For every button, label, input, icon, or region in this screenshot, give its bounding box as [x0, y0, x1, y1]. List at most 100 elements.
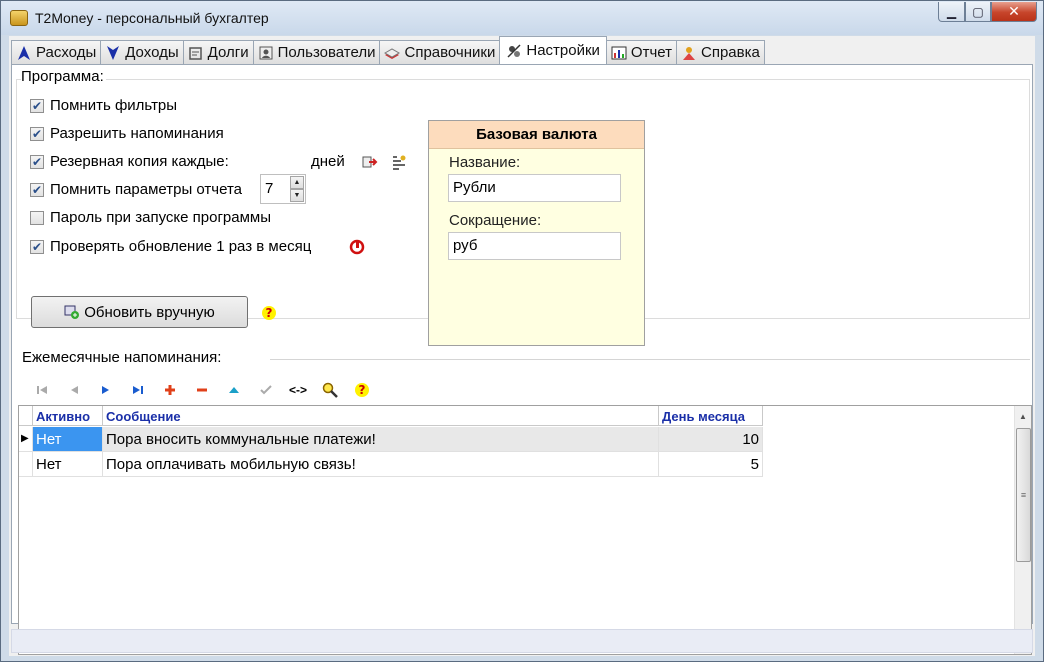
base-currency-panel: Базовая валюта Название: Рубли Сокращени…	[428, 120, 645, 346]
first-icon	[37, 386, 47, 394]
stepper-down-button[interactable]: ▼	[290, 189, 304, 202]
scroll-thumb[interactable]: ≡	[1016, 428, 1031, 562]
title-bar: T2Money - персональный бухгалтер ▁ ▢ ✕	[1, 1, 1043, 35]
currency-abbr-field[interactable]: руб	[448, 232, 621, 260]
tab-help[interactable]: Справка	[676, 40, 765, 64]
svg-text:?: ?	[266, 306, 273, 320]
help-icon	[683, 46, 695, 60]
current-row-indicator: ▶	[19, 427, 33, 452]
tab-income[interactable]: Доходы	[100, 40, 184, 64]
cell-message[interactable]: Пора вносить коммунальные платежи!	[103, 427, 659, 452]
remember-filters-option[interactable]: ✔ Помнить фильтры	[30, 97, 177, 114]
tab-expenses[interactable]: Расходы	[11, 40, 102, 64]
delete-record-button[interactable]	[186, 380, 218, 400]
debts-icon	[188, 46, 202, 60]
check-updates-label: Проверять обновление 1 раз в месяц	[50, 238, 312, 255]
backup-checkbox[interactable]: ✔	[30, 154, 44, 169]
add-icon	[165, 385, 175, 395]
cell-active[interactable]: Нет	[33, 427, 103, 452]
reminders-divider	[270, 359, 1030, 361]
cell-message[interactable]: Пора оплачивать мобильную связь!	[103, 452, 659, 477]
table-row[interactable]: Нет Пора оплачивать мобильную связь! 5	[19, 452, 763, 477]
tab-bar: Расходы Доходы Долги Пользователи Справо…	[11, 36, 765, 64]
tab-label: Доходы	[125, 44, 179, 61]
startup-password-checkbox[interactable]	[30, 210, 44, 225]
tab-label: Настройки	[526, 42, 600, 59]
tab-references[interactable]: Справочники	[379, 40, 501, 64]
table-row[interactable]: ▶ Нет Пора вносить коммунальные платежи!…	[19, 427, 763, 452]
update-manually-button[interactable]: Обновить вручную	[31, 296, 248, 328]
backup-days-value: 7	[265, 180, 274, 197]
users-icon	[259, 46, 273, 59]
backup-option[interactable]: ✔ Резервная копия каждые:	[30, 153, 229, 170]
vertical-scrollbar[interactable]: ▲ ≡ ▼	[1014, 406, 1031, 654]
first-record-button[interactable]	[26, 380, 58, 400]
tab-report[interactable]: Отчет	[605, 40, 677, 64]
currency-name-label: Название:	[449, 154, 521, 171]
search-icon	[322, 382, 338, 398]
swap-button[interactable]: <->	[282, 380, 314, 400]
svg-text:?: ?	[359, 383, 366, 397]
settings-icon	[507, 43, 521, 58]
settings-panel: Программа: ✔ Помнить фильтры ✔ Разрешить…	[11, 64, 1033, 655]
close-button[interactable]: ✕	[991, 2, 1037, 22]
app-icon	[10, 10, 28, 26]
minimize-button[interactable]: ▁	[938, 2, 965, 22]
update-site-icon[interactable]	[349, 239, 365, 255]
check-updates-checkbox[interactable]: ✔	[30, 239, 44, 254]
remember-report-checkbox[interactable]: ✔	[30, 182, 44, 197]
report-icon	[611, 46, 627, 59]
books-icon	[384, 47, 401, 59]
base-currency-title: Базовая валюта	[429, 121, 644, 149]
delete-icon	[197, 388, 207, 392]
cell-active[interactable]: Нет	[33, 452, 103, 477]
update-icon	[64, 305, 80, 319]
window-title: T2Money - персональный бухгалтер	[35, 10, 269, 26]
prev-icon	[71, 386, 78, 394]
allow-reminders-option[interactable]: ✔ Разрешить напоминания	[30, 125, 224, 142]
check-icon	[260, 385, 272, 395]
swap-icon: <->	[288, 383, 307, 397]
backup-now-icon[interactable]	[362, 154, 378, 170]
column-message[interactable]: Сообщение	[103, 406, 659, 426]
tab-debts[interactable]: Долги	[182, 40, 254, 64]
maximize-button[interactable]: ▢	[965, 2, 991, 22]
column-day[interactable]: День месяца	[659, 406, 763, 426]
arrow-down-icon	[107, 45, 120, 60]
check-updates-option[interactable]: ✔ Проверять обновление 1 раз в месяц	[30, 238, 311, 255]
tab-label: Расходы	[36, 44, 97, 61]
scroll-up-arrow[interactable]: ▲	[1015, 408, 1031, 425]
prev-record-button[interactable]	[58, 380, 90, 400]
confirm-button[interactable]	[250, 380, 282, 400]
remember-filters-checkbox[interactable]: ✔	[30, 98, 44, 113]
backup-days-stepper[interactable]: 7 ▲ ▼	[260, 174, 306, 204]
backup-settings-icon[interactable]	[391, 154, 407, 170]
startup-password-option[interactable]: Пароль при запуске программы	[30, 209, 271, 226]
column-active[interactable]: Активно	[33, 406, 103, 426]
last-icon	[133, 386, 143, 394]
tab-settings[interactable]: Настройки	[499, 36, 607, 64]
toolbar-help-button[interactable]: ?	[346, 380, 378, 400]
add-record-button[interactable]	[154, 380, 186, 400]
backup-label: Резервная копия каждые:	[50, 153, 229, 170]
allow-reminders-checkbox[interactable]: ✔	[30, 126, 44, 141]
reminders-table[interactable]: Активно Сообщение День месяца ▶ Нет Пора…	[18, 405, 1032, 655]
remember-report-option[interactable]: ✔ Помнить параметры отчета	[30, 181, 242, 198]
remember-report-label: Помнить параметры отчета	[50, 181, 243, 198]
currency-name-field[interactable]: Рубли	[448, 174, 621, 202]
tab-label: Долги	[207, 44, 249, 61]
reminders-toolbar: <-> ?	[26, 380, 378, 400]
cell-day[interactable]: 5	[659, 452, 763, 477]
stepper-up-button[interactable]: ▲	[290, 176, 304, 189]
next-record-button[interactable]	[90, 380, 122, 400]
help-icon[interactable]: ?	[261, 305, 277, 321]
cell-day[interactable]: 10	[659, 427, 763, 452]
next-icon	[102, 386, 109, 394]
move-up-button[interactable]	[218, 380, 250, 400]
tab-users[interactable]: Пользователи	[252, 40, 381, 64]
last-record-button[interactable]	[122, 380, 154, 400]
search-button[interactable]	[314, 380, 346, 400]
status-bar	[11, 629, 1033, 653]
client-area: Расходы Доходы Долги Пользователи Справо…	[9, 36, 1035, 656]
currency-abbr-label: Сокращение:	[449, 212, 542, 229]
